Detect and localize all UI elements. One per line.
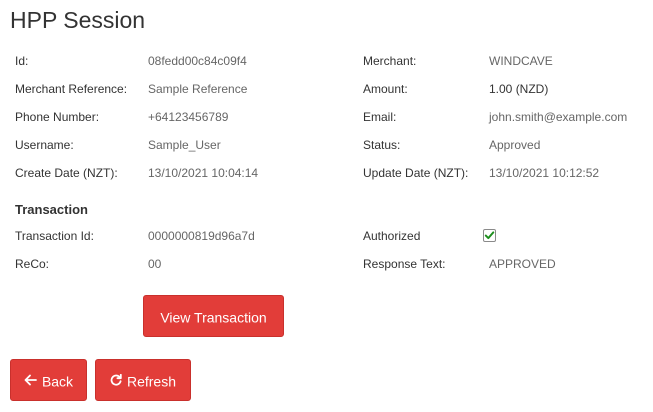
reco-value: 00 [148, 257, 162, 271]
username-label: Username: [15, 138, 74, 152]
status-value: Approved [489, 138, 541, 152]
refresh-label: Refresh [126, 373, 177, 390]
transaction-id-value: 0000000819d96a7d [148, 229, 255, 243]
arrow-left-icon [24, 374, 37, 386]
checkmark-icon [484, 231, 495, 240]
username-value: Sample_User [148, 138, 221, 152]
create-date-label: Create Date (NZT): [15, 166, 118, 180]
update-date-label: Update Date (NZT): [363, 166, 469, 180]
status-label: Status: [363, 138, 401, 152]
refresh-button[interactable]: Refresh [95, 359, 191, 401]
reco-label: ReCo: [15, 257, 50, 271]
transaction-heading: Transaction [15, 202, 88, 217]
response-text-label: Response Text: [363, 257, 446, 271]
phone-label: Phone Number: [15, 110, 100, 124]
merchant-reference-label: Merchant Reference: [15, 82, 128, 96]
id-label: Id: [15, 54, 29, 68]
hpp-session-page: HPP Session Id: 08fedd00c84c09f4 Merchan… [0, 0, 653, 412]
view-transaction-label: View Transaction [160, 309, 267, 326]
back-label: Back [41, 373, 74, 390]
amount-label: Amount: [363, 82, 408, 96]
id-value: 08fedd00c84c09f4 [148, 54, 247, 68]
view-transaction-button[interactable]: View Transaction [143, 295, 284, 337]
authorized-checkbox[interactable] [483, 229, 496, 242]
merchant-label: Merchant: [363, 54, 417, 68]
authorized-label: Authorized [363, 229, 421, 243]
create-date-value: 13/10/2021 10:04:14 [148, 166, 259, 180]
amount-value: 1.00 (NZD) [489, 82, 549, 96]
update-date-value: 13/10/2021 10:12:52 [489, 166, 600, 180]
transaction-id-label: Transaction Id: [15, 229, 94, 243]
back-button[interactable]: Back [10, 359, 87, 401]
refresh-icon [110, 374, 122, 386]
email-value: john.smith@example.com [489, 110, 628, 124]
phone-value: +64123456789 [148, 110, 229, 124]
response-text-value: APPROVED [489, 257, 556, 271]
email-label: Email: [363, 110, 397, 124]
merchant-value: WINDCAVE [489, 54, 553, 68]
page-title: HPP Session [10, 7, 146, 33]
merchant-reference-value: Sample Reference [148, 82, 248, 96]
